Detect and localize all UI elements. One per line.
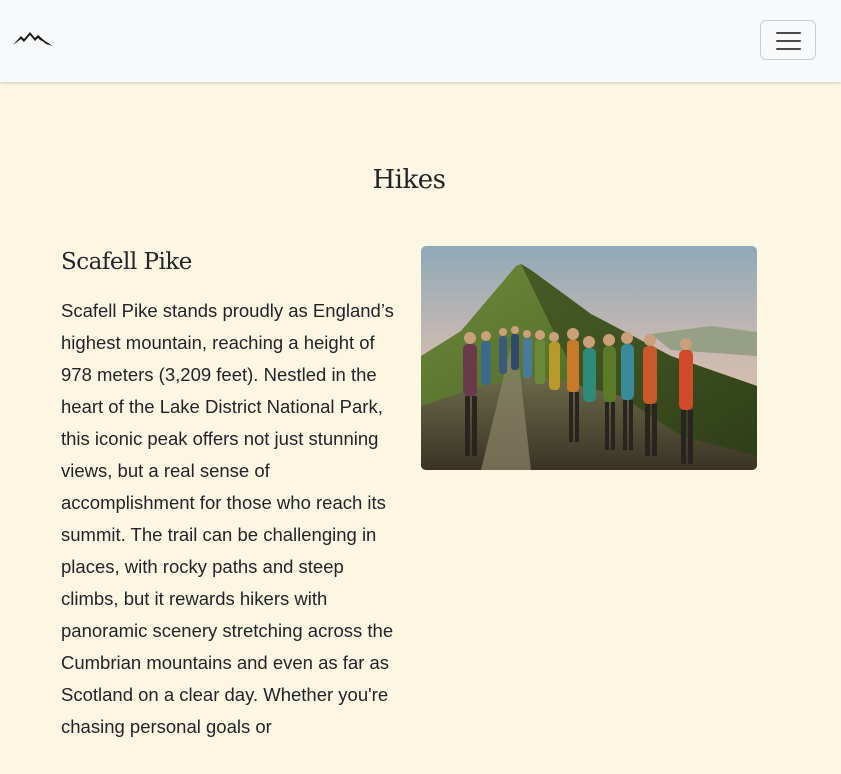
hamburger-icon-bar: [776, 48, 801, 50]
hike-title: Scafell Pike: [61, 249, 192, 275]
hamburger-icon: [776, 32, 801, 34]
hike-photo: [421, 246, 757, 470]
navbar: [0, 0, 841, 82]
mountain-icon[interactable]: [13, 29, 54, 49]
hamburger-icon-bar: [776, 40, 801, 42]
hike-description: Scafell Pike stands proudly as England’s…: [61, 300, 394, 737]
menu-toggle-button[interactable]: [760, 20, 816, 60]
page-title: Hikes: [372, 165, 446, 195]
